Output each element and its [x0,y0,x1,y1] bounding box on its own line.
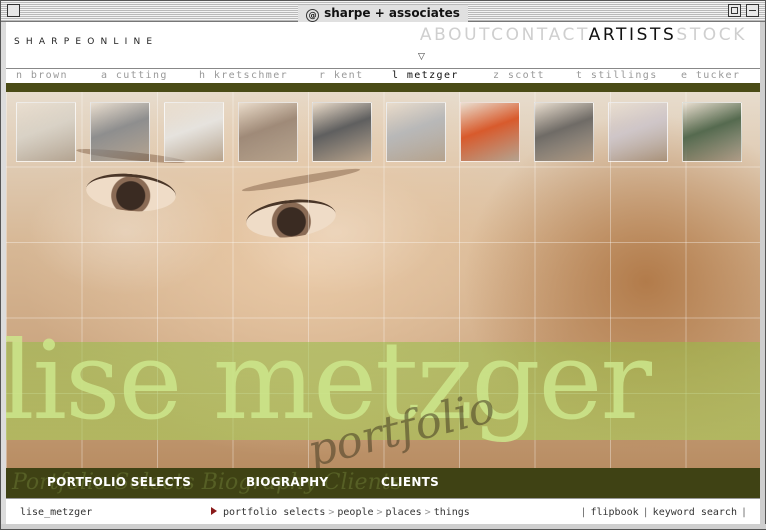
globe-icon: @ [306,9,320,22]
thumbnail-1[interactable] [16,102,76,162]
thumbnail-6[interactable] [386,102,446,162]
title-wrap: @ sharpe + associates [1,2,765,22]
thumbnail-4[interactable] [238,102,298,162]
crumb-separator: > [328,507,335,518]
link-flipbook[interactable]: flipbook [590,507,638,518]
thumbnail-8[interactable] [534,102,594,162]
window-edge-bottom [1,524,766,529]
footer-bar: lise_metzger portfolio selects > people > pl… [6,498,761,525]
top-nav: ABOUTCONTACTARTISTSSTOCK [420,25,747,45]
thumbnail-3[interactable] [164,102,224,162]
link-divider: | [642,507,649,518]
crumb-portfolio-selects[interactable]: portfolio selects [223,507,325,518]
crumb-things[interactable]: things [434,507,470,518]
link-divider: | [580,507,587,518]
thumbnail-9[interactable] [608,102,668,162]
footer-breadcrumb: portfolio selects > people > places > things [211,507,470,518]
nav-contact[interactable]: CONTACT [491,25,589,45]
nav-clients[interactable]: CLIENTS [381,475,439,489]
nav-portfolio-selects[interactable]: PORTFOLIO SELECTS [47,475,191,489]
thumbnail-5[interactable] [312,102,372,162]
hero-portrait: lise metzger portfolio [6,92,761,477]
window-title-text: sharpe + associates [324,6,460,20]
thumbnail-7[interactable] [460,102,520,162]
artist-link-brown[interactable]: n brown [16,69,68,83]
artist-link-kretschmer[interactable]: h kretschmer [199,69,288,83]
crumb-places[interactable]: places [386,507,422,518]
footer-artist-id: lise_metzger [20,507,93,518]
window-title: @ sharpe + associates [298,5,468,22]
link-divider: | [740,507,747,518]
section-nav: Portfolio Selects Biography Clients PORT… [6,468,761,498]
browser-window: @ sharpe + associates SHARPEONLINE ABOUTC… [0,0,766,530]
site-logo[interactable]: SHARPEONLINE [14,37,158,47]
title-bar[interactable]: @ sharpe + associates [1,1,765,22]
crumb-separator: > [376,507,383,518]
collapse-box-icon[interactable] [746,4,759,17]
artist-link-stillings[interactable]: t stillings [576,69,658,83]
artist-link-tucker[interactable]: e tucker [681,69,740,83]
header-band [6,83,761,92]
nav-indicator-arrow-icon: ▽ [418,52,425,62]
thumbnail-10[interactable] [682,102,742,162]
window-edge-right [760,22,765,525]
crumb-people[interactable]: people [337,507,373,518]
zoom-box-icon[interactable] [728,4,741,17]
thumbnail-strip [6,92,761,164]
thumbnail-2[interactable] [90,102,150,162]
artist-link-cutting[interactable]: a cutting [101,69,168,83]
link-keyword-search[interactable]: keyword search [653,507,737,518]
artist-link-scott[interactable]: z scott [493,69,545,83]
crumb-separator: > [424,507,431,518]
artist-bar: n brown a cutting h kretschmer r kent l … [6,68,761,84]
web-page: SHARPEONLINE ABOUTCONTACTARTISTSSTOCK ▽ … [6,22,761,525]
nav-stock[interactable]: STOCK [676,25,747,45]
nav-about[interactable]: ABOUT [420,25,491,45]
play-arrow-icon [211,507,217,515]
footer-links: | flipbook | keyword search | [576,507,751,518]
artist-link-metzger[interactable]: l metzger [392,69,459,83]
nav-artists[interactable]: ARTISTS [589,25,677,45]
artist-link-kent[interactable]: r kent [319,69,364,83]
nav-biography[interactable]: BIOGRAPHY [246,475,328,489]
